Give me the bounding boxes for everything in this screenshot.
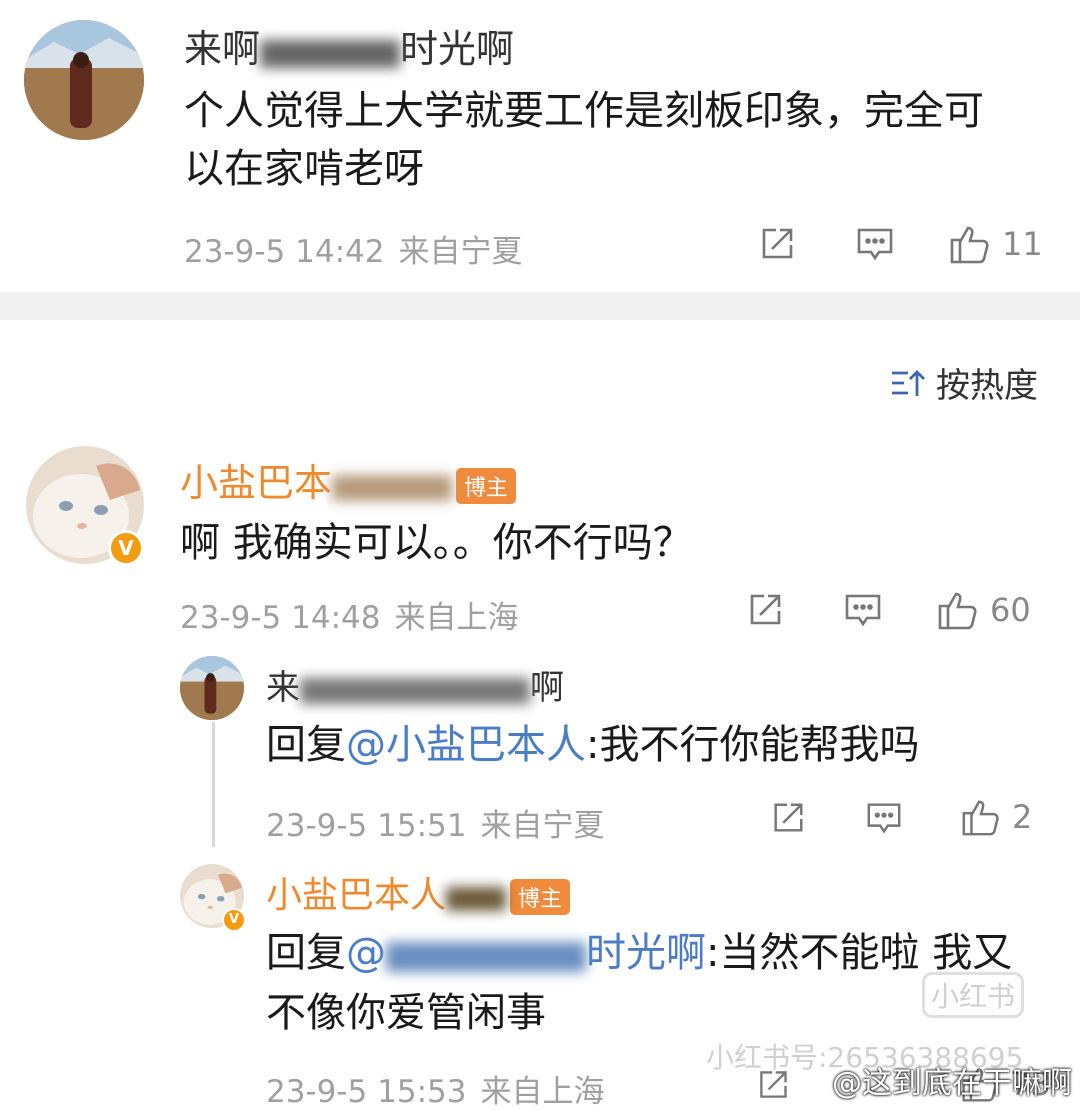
reply-location: 来自上海 xyxy=(480,1074,605,1110)
comment-date: 23-9-5 14:42 xyxy=(184,234,385,270)
reply-button[interactable] xyxy=(865,799,903,837)
avatar[interactable] xyxy=(180,656,244,720)
comment-text: 个人觉得上大学就要工作是刻板印象，完全可以在家啃老呀 xyxy=(184,88,984,192)
share-button[interactable] xyxy=(746,591,784,629)
blogger-badge: 博主 xyxy=(510,879,571,915)
section-divider xyxy=(0,292,1080,320)
reply-meta: 23-9-5 15:51 来自宁夏 xyxy=(266,800,604,845)
like-icon xyxy=(950,226,989,264)
mention-link[interactable]: @小盐巴本人 xyxy=(346,722,586,768)
verified-icon: V xyxy=(222,908,246,932)
share-icon xyxy=(774,803,803,832)
verified-icon: V xyxy=(108,530,144,566)
weibo-handle-watermark: @这到底在干嘛啊 xyxy=(832,1066,1072,1101)
like-button[interactable]: 11 xyxy=(948,222,1043,266)
like-icon xyxy=(962,800,999,836)
like-button[interactable]: 60 xyxy=(936,588,1031,632)
share-icon xyxy=(762,228,793,259)
reply-button[interactable] xyxy=(843,590,883,630)
comment-icon xyxy=(867,803,901,834)
sort-icon xyxy=(892,369,925,396)
comment-icon xyxy=(845,594,881,627)
thread-line xyxy=(212,722,215,847)
comment-icon xyxy=(857,228,893,261)
xhs-logo-watermark: 小红书 xyxy=(922,972,1025,1018)
comment-location: 来自上海 xyxy=(394,600,519,636)
reply-location: 来自宁夏 xyxy=(480,808,605,844)
reply-date: 23-9-5 15:51 xyxy=(266,808,467,844)
share-button[interactable] xyxy=(758,225,796,263)
comment-author[interactable]: 小盐巴本 博主 xyxy=(180,452,517,508)
like-button[interactable]: 2 xyxy=(960,796,1032,838)
comment-date: 23-9-5 14:48 xyxy=(180,600,381,636)
reply-meta: 23-9-5 15:53 来自上海 xyxy=(266,1066,604,1111)
like-icon xyxy=(938,592,977,630)
reply-author[interactable]: 来啊 xyxy=(266,660,564,710)
mention-link[interactable]: @ 时光啊 xyxy=(346,930,706,976)
comment-location: 来自宁夏 xyxy=(398,234,523,270)
share-icon xyxy=(750,594,781,625)
sort-by-hot-button[interactable]: 按热度 xyxy=(890,358,1038,407)
comment-meta: 23-9-5 14:42 来自宁夏 xyxy=(184,226,522,271)
reply-text: 回复@小盐巴本人:我不行你能帮我吗 xyxy=(266,722,920,768)
reply-text: 回复@ 时光啊:当然不能啦 我又不像你爱管闲事 xyxy=(266,930,1013,1036)
reply-date: 23-9-5 15:53 xyxy=(266,1074,467,1110)
comment-meta: 23-9-5 14:48 来自上海 xyxy=(180,592,518,637)
like-count: 60 xyxy=(990,591,1031,629)
comment-text: 啊 我确实可以。。你不行吗？ xyxy=(180,520,693,566)
like-count: 11 xyxy=(1002,225,1043,263)
avatar[interactable] xyxy=(24,20,144,140)
share-button[interactable] xyxy=(770,800,806,836)
reply-button[interactable] xyxy=(855,224,895,264)
comment-author[interactable]: 来啊 时光啊 xyxy=(184,18,514,74)
blogger-badge: 博主 xyxy=(456,467,517,504)
like-count: 2 xyxy=(1012,798,1033,836)
reply-author[interactable]: 小盐巴本人 博主 xyxy=(266,866,571,918)
